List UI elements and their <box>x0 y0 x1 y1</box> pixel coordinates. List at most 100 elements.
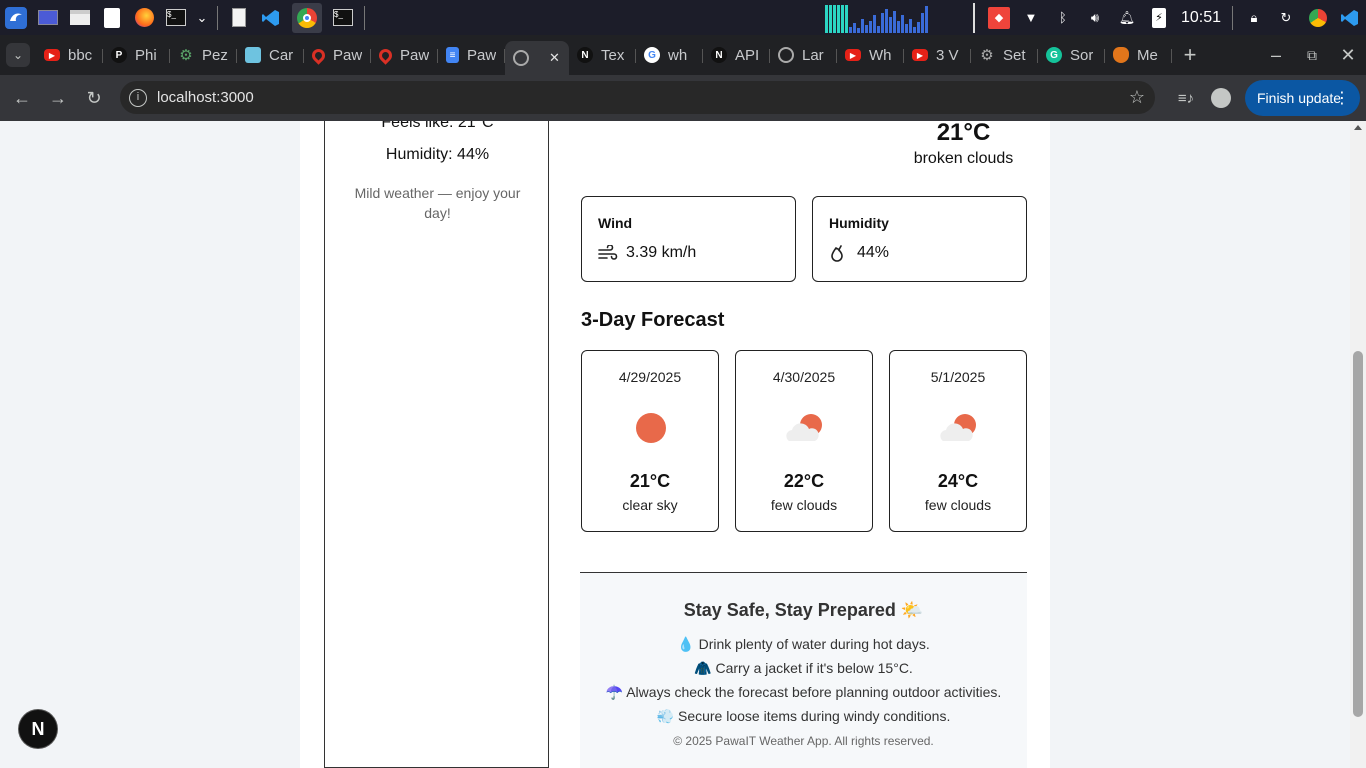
droplets-icon <box>831 245 843 262</box>
scroll-up-icon[interactable] <box>1354 125 1362 130</box>
back-icon[interactable]: ← <box>4 80 40 116</box>
taskbar-divider <box>217 5 218 30</box>
browser-tab[interactable]: N API <box>703 40 770 70</box>
page-scrollbar[interactable] <box>1350 121 1366 768</box>
forecast-date: 4/30/2025 <box>772 369 836 385</box>
chevron-down-icon[interactable]: ⌄ <box>197 7 208 29</box>
anydesk-icon[interactable]: ◆ <box>987 6 1010 29</box>
tab-label: Pez <box>202 46 228 64</box>
address-bar[interactable]: i localhost:3000 ☆ <box>120 81 1155 114</box>
document-icon[interactable] <box>228 7 250 29</box>
media-controls-icon[interactable]: ≡♪ <box>1168 80 1204 116</box>
youtube-icon: ▶ <box>44 49 60 61</box>
weather-message: Mild weather — enjoy your day! <box>354 185 521 221</box>
browser-tab[interactable]: ⚙ Set <box>971 40 1038 70</box>
forecast-card: 4/29/2025 21°C clear sky <box>581 350 719 532</box>
browser-tab[interactable]: Lar <box>770 40 837 70</box>
tab-label: wh <box>668 46 688 64</box>
letter-favicon-icon: G <box>1046 47 1062 63</box>
browser-tab[interactable]: Gwh <box>636 40 703 70</box>
browser-tab[interactable]: N Tex <box>569 40 636 70</box>
tab-label: Paw <box>467 46 497 64</box>
wifi-icon[interactable]: ▼ <box>1020 7 1042 29</box>
browser-tab[interactable]: Paw <box>371 40 438 70</box>
forecast-desc: few clouds <box>924 497 992 513</box>
finish-update-label: Finish update <box>1257 90 1342 106</box>
minimize-icon[interactable]: – <box>1258 37 1294 73</box>
current-weather: 21°C broken clouds <box>900 121 1027 168</box>
tab-label: Car <box>269 46 294 64</box>
page-viewport: Feels like: 21°C Humidity: 44% Mild weat… <box>0 121 1350 768</box>
vscode-icon[interactable] <box>1339 7 1361 29</box>
youtube-icon: ▶ <box>912 49 928 61</box>
app-menu-icon[interactable] <box>5 6 27 29</box>
forecast-date: 4/29/2025 <box>618 369 682 385</box>
doc-icon: ≡ <box>446 47 459 63</box>
tips-list: 💧 Drink plenty of water during hot days.… <box>580 632 1027 728</box>
terminal-icon[interactable]: $_ <box>165 7 187 29</box>
browser-tab[interactable]: ⚙ Pez <box>170 40 237 70</box>
browser-tab[interactable]: ▶ bbc <box>36 40 103 70</box>
browser-tab[interactable]: ✕ <box>505 41 569 75</box>
profile-icon[interactable] <box>1203 80 1239 116</box>
gear-icon: ⚙ <box>980 47 994 64</box>
gear-icon: ⚙ <box>179 47 193 64</box>
browser-tab[interactable]: Car <box>237 40 304 70</box>
browser-tab[interactable]: ▶ 3 V <box>904 40 971 70</box>
sun-icon <box>629 408 673 448</box>
forward-icon[interactable]: → <box>40 80 76 116</box>
tab-label: Sor <box>1070 46 1094 64</box>
tab-label: Wh <box>869 46 892 64</box>
browser-tab[interactable]: Paw <box>304 40 371 70</box>
cloud-sun-icon <box>783 408 827 448</box>
letter-favicon-icon: N <box>711 47 727 63</box>
scrollbar-thumb[interactable] <box>1353 351 1363 717</box>
nextjs-dev-badge[interactable]: N <box>19 710 57 748</box>
finish-update-button[interactable]: Finish update ⋮ <box>1245 80 1360 116</box>
terminal-icon[interactable]: $_ <box>332 7 354 29</box>
files-icon[interactable] <box>69 7 91 29</box>
weather-app: Feels like: 21°C Humidity: 44% Mild weat… <box>300 121 1050 768</box>
new-tab-button[interactable]: + <box>1172 37 1208 73</box>
refresh-circle-icon[interactable]: ↻ <box>1275 7 1297 29</box>
tab-search-chevron-icon[interactable]: ⌄ <box>6 43 30 67</box>
taskbar-divider <box>364 5 365 30</box>
humidity-value: 44% <box>857 244 890 261</box>
bell-icon[interactable]: 🔔︎ <box>1116 7 1138 29</box>
forecast-temp: 21°C <box>629 471 671 491</box>
wind-icon <box>598 245 618 260</box>
humidity-title: Humidity <box>829 215 889 231</box>
bookmark-star-icon[interactable]: ☆ <box>1129 87 1145 108</box>
chrome-icon[interactable] <box>1307 7 1329 29</box>
lock-icon[interactable]: 🔒︎ <box>1243 7 1265 29</box>
tip-item: 💧 Drink plenty of water during hot days. <box>677 636 930 652</box>
volume-icon[interactable]: 🔊︎ <box>1084 7 1106 29</box>
tip-item: ☂️ Always check the forecast before plan… <box>605 684 1002 700</box>
fox-icon <box>1113 47 1129 63</box>
firefox-icon[interactable] <box>133 7 155 29</box>
taskbar-divider <box>1232 5 1233 30</box>
current-desc: broken clouds <box>913 150 1014 167</box>
tab-list: ▶ bbc P Phi ⚙ Pez Car Paw Paw ≡ Paw ✕ N Tex Gwh N API Lar… <box>36 35 1172 75</box>
battery-icon[interactable]: ⚡ <box>1148 7 1170 29</box>
restore-icon[interactable]: ⧉ <box>1294 37 1330 73</box>
text-editor-icon[interactable] <box>101 7 123 29</box>
reload-icon[interactable]: ↻ <box>76 80 112 116</box>
forecast-card: 5/1/2025 24°C few clouds <box>889 350 1027 532</box>
url-text[interactable]: localhost:3000 <box>157 89 254 106</box>
browser-tab[interactable]: Me <box>1105 40 1172 70</box>
close-tab-icon[interactable]: ✕ <box>549 50 560 66</box>
clock[interactable]: 10:51 <box>1181 9 1221 27</box>
browser-tab[interactable]: ≡ Paw <box>438 40 505 70</box>
browser-tab[interactable]: G Sor <box>1038 40 1105 70</box>
close-window-icon[interactable]: ✕ <box>1330 37 1366 73</box>
browser-tab[interactable]: P Phi <box>103 40 170 70</box>
browser-tab[interactable]: ▶ Wh <box>837 40 904 70</box>
site-info-icon[interactable]: i <box>129 88 147 107</box>
workspace-icon[interactable] <box>37 7 59 29</box>
kebab-menu-icon[interactable]: ⋮ <box>1334 88 1350 108</box>
bluetooth-icon[interactable]: ᛒ <box>1052 7 1074 29</box>
vscode-icon[interactable] <box>260 7 282 29</box>
feels-like-text: Feels like: 21°C <box>381 121 494 131</box>
chrome-icon[interactable] <box>292 2 322 33</box>
